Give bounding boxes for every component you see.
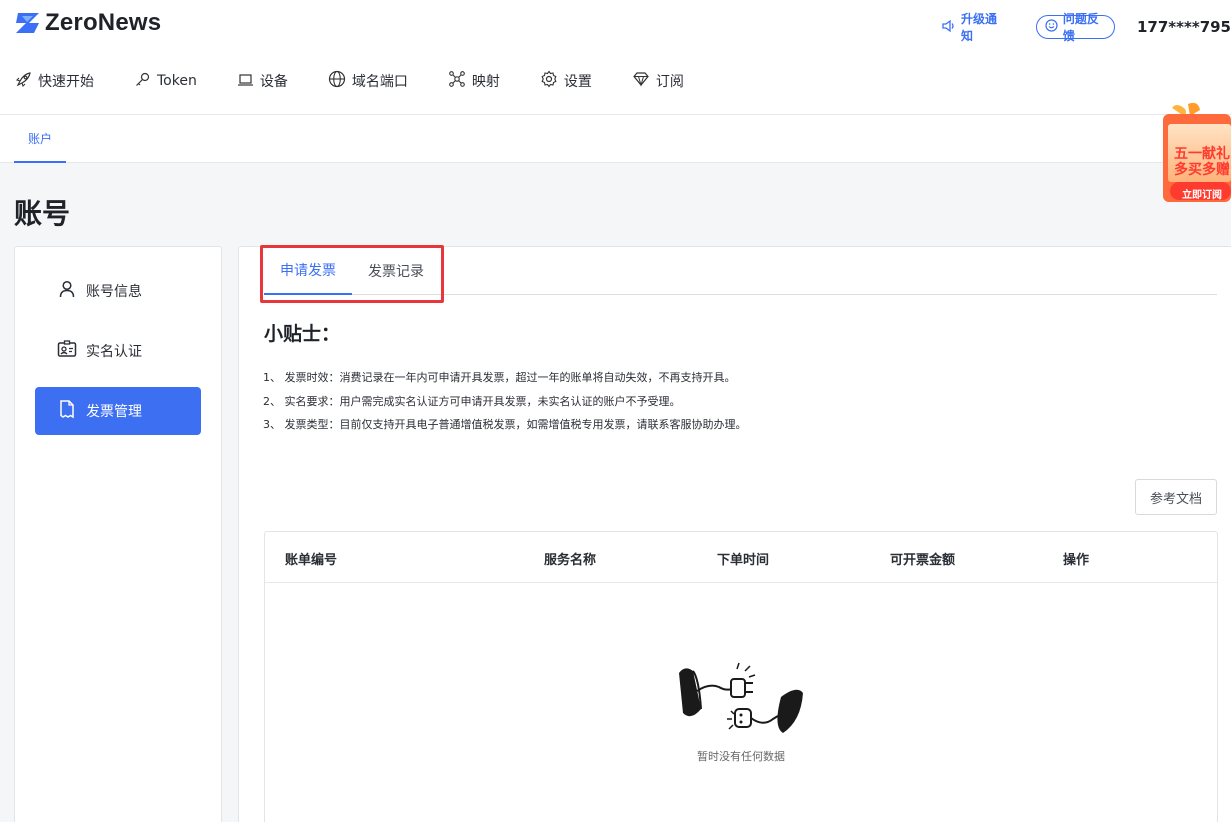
logo-icon — [14, 11, 41, 35]
speaker-icon — [941, 19, 961, 36]
id-card-icon — [57, 339, 86, 363]
upgrade-notice-label: 升级通知 — [961, 12, 998, 43]
table-header: 账单编号 服务名称 下单时间 可开票金额 操作 — [265, 532, 1217, 583]
promo-button[interactable]: 立即订阅 — [1182, 186, 1222, 201]
nav-label: 设备 — [259, 74, 288, 90]
tab-apply-invoice[interactable]: 申请发票 — [264, 247, 352, 295]
tips-title: 小贴士： — [264, 323, 341, 345]
account-sidebar: 账号信息 实名认证 发票管理 — [14, 246, 222, 822]
top-header: ZeroNews 升级通知 问题反馈 177****795 快速开始 Token — [0, 0, 1231, 115]
invoice-table: 账单编号 服务名称 下单时间 可开票金额 操作 暂时没有任何数据 — [264, 531, 1218, 822]
tip-item: 3、 发票类型：目前仅支持开具电子普通增值税发票，如需增值税专用发票，请联系客服… — [263, 418, 747, 431]
promo-badge[interactable]: 五一献礼 多买多赠 立即订阅 — [1158, 102, 1231, 206]
sidebar-item-invoice[interactable]: 发票管理 — [35, 387, 201, 435]
rocket-icon — [15, 71, 38, 92]
upgrade-notice-link[interactable]: 升级通知 — [941, 10, 1004, 44]
sidebar-item-label: 发票管理 — [86, 404, 142, 420]
logo[interactable]: ZeroNews — [14, 9, 161, 37]
column-header: 可开票金额 — [890, 553, 956, 568]
nav-label: 映射 — [471, 74, 500, 90]
nav-label: 快速开始 — [38, 74, 94, 90]
nav-label: 设置 — [563, 74, 592, 90]
globe-icon — [328, 70, 352, 92]
nav-item-settings[interactable]: 设置 — [540, 70, 592, 92]
nav-label: 订阅 — [655, 74, 684, 90]
diamond-icon — [632, 70, 656, 92]
invoice-tabs: 申请发票 发票记录 — [264, 247, 1217, 295]
nav-item-quickstart[interactable]: 快速开始 — [15, 70, 94, 92]
network-icon — [448, 70, 472, 92]
smile-icon — [1045, 19, 1063, 35]
sidebar-item-label: 账号信息 — [86, 284, 142, 300]
reference-doc-button[interactable]: 参考文档 — [1135, 479, 1217, 515]
tips-list: 1、 发票时效：消费记录在一年内可申请开具发票，超过一年的账单将自动失效，不再支… — [263, 366, 747, 437]
nav-item-domain-ports[interactable]: 域名端口 — [328, 70, 408, 92]
tip-item: 2、 实名要求：用户需完成实名认证方可申请开具发票，未实名认证的账户不予受理。 — [263, 394, 681, 408]
user-account[interactable]: 177****795 — [1137, 18, 1231, 36]
promo-line2: 多买多赠 — [1174, 162, 1230, 178]
empty-plug-icon — [675, 657, 807, 751]
empty-state-text: 暂时没有任何数据 — [697, 750, 785, 763]
column-header: 操作 — [1063, 553, 1090, 568]
tip-item: 1、 发票时效：消费记录在一年内可申请开具发票，超过一年的账单将自动失效，不再支… — [263, 371, 736, 384]
nav-label: Token — [157, 73, 197, 89]
main-nav: 快速开始 Token 设备 域名端口 映射 设置 订阅 — [15, 70, 724, 92]
nav-item-token[interactable]: Token — [134, 70, 197, 92]
invoice-icon — [57, 399, 86, 423]
sidebar-item-real-name[interactable]: 实名认证 — [35, 327, 201, 375]
tab-invoice-records[interactable]: 发票记录 — [352, 247, 440, 295]
nav-item-devices[interactable]: 设备 — [237, 70, 288, 92]
column-header: 下单时间 — [717, 553, 770, 568]
key-icon — [134, 71, 157, 92]
column-header: 账单编号 — [285, 553, 338, 568]
sidebar-item-label: 实名认证 — [86, 344, 142, 360]
nav-item-mapping[interactable]: 映射 — [448, 70, 500, 92]
page-title: 账号 — [14, 197, 71, 230]
feedback-button[interactable]: 问题反馈 — [1035, 12, 1115, 43]
tab-account[interactable]: 账户 — [14, 115, 66, 163]
user-icon — [57, 279, 86, 303]
invoice-panel: 申请发票 发票记录 小贴士： 1、 发票时效：消费记录在一年内可申请开具发票，超… — [238, 245, 1231, 822]
gear-icon — [540, 70, 564, 92]
column-header: 服务名称 — [544, 553, 597, 568]
sub-nav: 账户 — [0, 115, 1231, 163]
nav-item-subscribe[interactable]: 订阅 — [632, 70, 684, 92]
feedback-label: 问题反馈 — [1062, 12, 1099, 43]
sidebar-item-account-info[interactable]: 账号信息 — [35, 267, 201, 315]
nav-label: 域名端口 — [351, 74, 408, 90]
laptop-icon — [237, 71, 260, 92]
logo-text: ZeroNews — [45, 9, 162, 36]
